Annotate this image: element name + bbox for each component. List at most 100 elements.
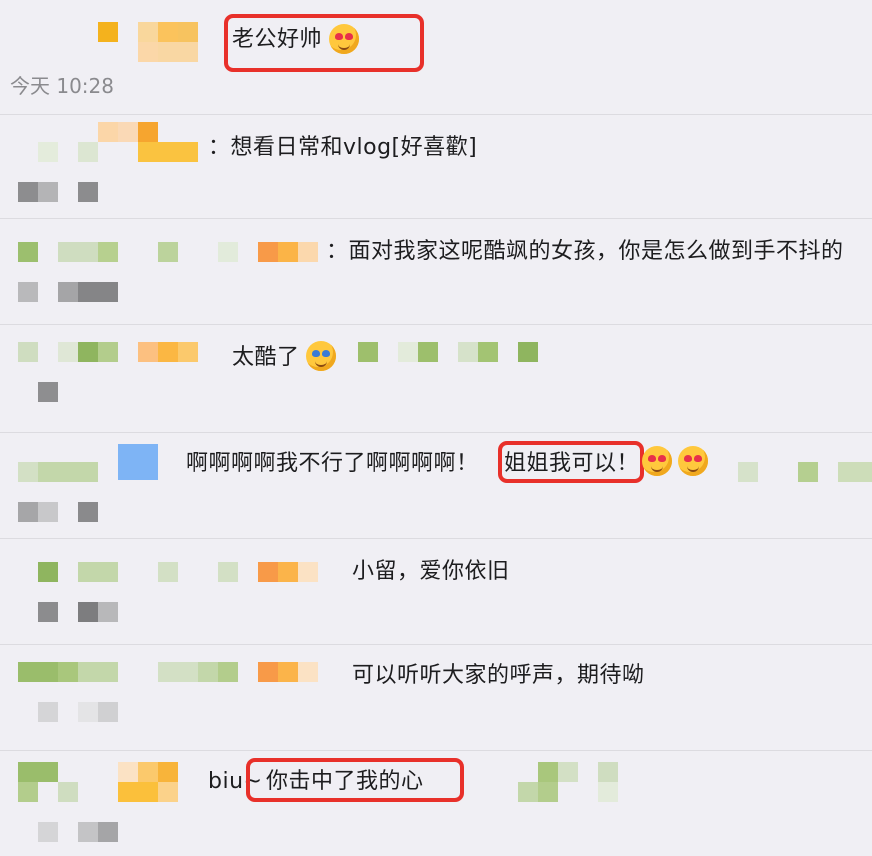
blurred-username [258,242,278,262]
blurred-username [518,782,538,802]
blurred-username [118,122,138,142]
comment-text: ：面对我家这呢酷飒的女孩，你是怎么做到手不抖的 [326,239,844,264]
blurred-username [218,662,238,682]
separator [0,432,872,433]
blurred-username [218,562,238,582]
blurred-username [138,42,158,62]
blurred-username [118,762,138,782]
blurred-avatar-info [58,282,78,302]
blurred-avatar-info [78,502,98,522]
blurred-username [358,342,378,362]
blurred-username [298,662,318,682]
blurred-username [198,662,218,682]
blurred-username [118,782,158,802]
blurred-username [158,762,178,782]
blurred-username [78,662,118,682]
blurred-username [138,122,158,142]
blurred-username [258,662,278,682]
blurred-username [158,242,178,262]
blurred-username [18,762,58,782]
blurred-avatar-info [78,602,98,622]
blurred-username [478,342,498,362]
blurred-username [18,462,38,482]
blurred-username [558,762,578,782]
blurred-avatar-info [18,502,38,522]
comment-text: 可以听听大家的呼声，期待呦 [352,663,645,688]
separator [0,218,872,219]
blurred-avatar-info [78,182,98,202]
separator [0,324,872,325]
blurred-avatar-info [18,282,38,302]
blurred-username [298,242,318,262]
blurred-username [138,762,158,782]
blurred-username [58,782,78,802]
highlight-box [224,14,424,72]
blurred-username [58,342,78,362]
blurred-username [158,42,198,62]
blurred-username [78,342,98,362]
blurred-username [738,462,758,482]
blurred-username [18,242,38,262]
blurred-username [18,782,38,802]
blurred-username [38,142,58,162]
comment-text: ：想看日常和vlog[好喜歡] [208,135,478,160]
blurred-username [278,662,298,682]
blurred-username [98,242,118,262]
comment-text: 啊啊啊啊我不行了啊啊啊啊！ [186,451,479,476]
blurred-username [298,562,318,582]
blurred-username [158,782,178,802]
blurred-username [598,782,618,802]
blurred-username [158,22,178,42]
blurred-username [278,562,298,582]
blurred-username [538,762,558,782]
blurred-username [158,342,178,362]
blurred-avatar-info [38,382,58,402]
blurred-username [838,462,872,482]
comment-text: 太酷了 [232,345,300,370]
timestamp: 今天 10:28 [10,74,114,98]
heart-eyes-emoji [678,446,708,476]
blurred-username [398,342,418,362]
blurred-username [538,782,558,802]
highlight-box [498,441,644,483]
blurred-username [418,342,438,362]
separator [0,750,872,751]
blurred-avatar-info [78,282,118,302]
blurred-avatar-info [38,502,58,522]
blurred-username [518,342,538,362]
blurred-username [118,444,158,480]
blurred-avatar-info [78,702,98,722]
blurred-username [178,22,198,42]
blurred-avatar-info [98,702,118,722]
blurred-username [158,562,178,582]
separator [0,114,872,115]
separator [0,644,872,645]
highlight-box [246,758,464,802]
blurred-avatar-info [78,822,98,842]
blurred-username [598,762,618,782]
blurred-avatar-info [98,602,118,622]
blurred-username [38,562,58,582]
blurred-username [78,562,118,582]
blurred-username [18,662,58,682]
blurred-username [58,662,78,682]
heart-eyes-emoji [642,446,672,476]
blurred-avatar-info [38,702,58,722]
blurred-avatar-info [38,822,58,842]
blurred-username [98,342,118,362]
blurred-username [258,562,278,582]
blurred-username [138,342,158,362]
crying-face-emoji [306,341,336,371]
blurred-username [78,142,98,162]
blurred-username [278,242,298,262]
blurred-avatar-info [18,182,38,202]
comment-text: 小留，爱你依旧 [352,559,510,584]
blurred-avatar-info [98,822,118,842]
blurred-avatar-info [38,182,58,202]
blurred-username [158,662,198,682]
blurred-username [18,342,38,362]
blurred-avatar-info [38,602,58,622]
blurred-username [458,342,478,362]
blurred-username [218,242,238,262]
blurred-username [38,462,98,482]
